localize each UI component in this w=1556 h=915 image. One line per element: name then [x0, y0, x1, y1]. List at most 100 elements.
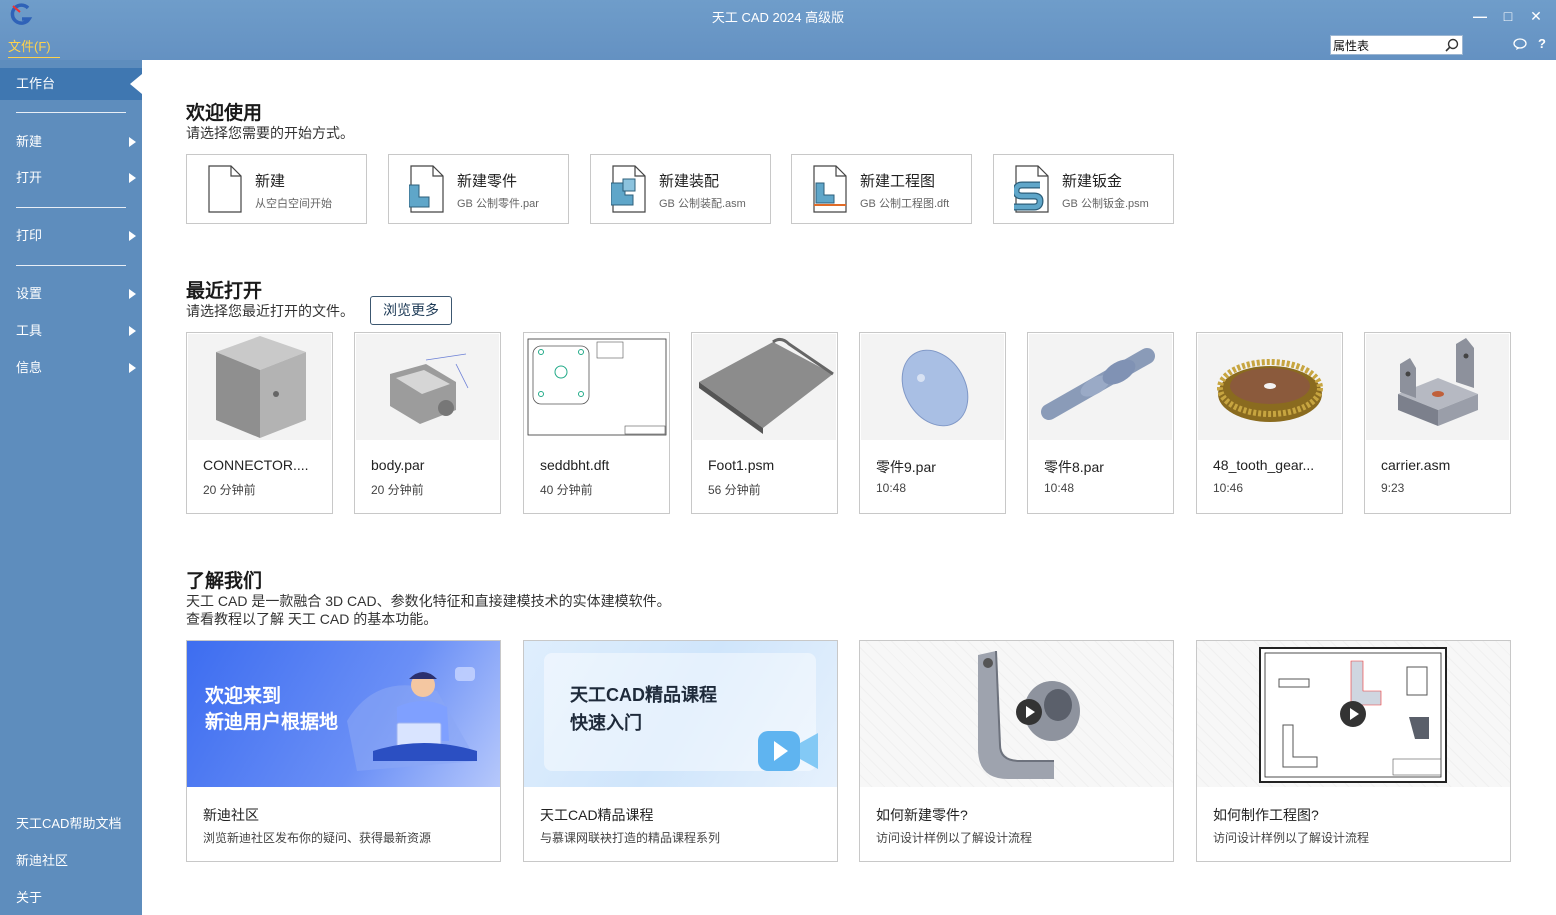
- new-part-card[interactable]: 新建零件 GB 公制零件.par: [388, 154, 569, 224]
- play-icon[interactable]: [1340, 701, 1366, 727]
- card-subtitle: 与慕课网联袂打造的精品课程系列: [540, 831, 721, 845]
- recent-file-card[interactable]: 零件9.par 10:48: [859, 332, 1006, 514]
- maximize-button[interactable]: □: [1498, 6, 1518, 26]
- sidebar-item-tools[interactable]: 工具: [0, 316, 142, 346]
- chevron-right-icon: [129, 137, 136, 147]
- gear-thumbnail: [1198, 334, 1341, 440]
- assembly-doc-icon: [611, 165, 646, 213]
- drawing-tutorial-card[interactable]: 如何制作工程图? 访问设计样例以了解设计流程: [1196, 640, 1511, 862]
- card-title: 如何制作工程图?: [1213, 807, 1319, 823]
- play-icon[interactable]: [1016, 699, 1042, 725]
- sidebar-divider: [16, 207, 126, 208]
- sidebar-item-label: 打开: [16, 170, 43, 185]
- community-illustration: [347, 667, 477, 771]
- sidebar-item-workbench[interactable]: 工作台: [0, 68, 142, 100]
- new-assembly-card[interactable]: 新建装配 GB 公制装配.asm: [590, 154, 771, 224]
- new-drawing-card[interactable]: 新建工程图 GB 公制工程图.dft: [791, 154, 972, 224]
- new-sheetmetal-card[interactable]: 新建钣金 GB 公制钣金.psm: [993, 154, 1174, 224]
- card-subtitle: GB 公制零件.par: [457, 198, 539, 210]
- video-camera-icon: [758, 731, 818, 771]
- title-bar: 天工 CAD 2024 高级版 — □ ✕ 文件(F) ?: [0, 0, 1556, 60]
- file-time: 20 分钟前: [371, 483, 424, 497]
- recent-file-card[interactable]: Foot1.psm 56 分钟前: [691, 332, 838, 514]
- browse-more-button[interactable]: 浏览更多: [370, 296, 452, 325]
- file-time: 10:48: [876, 481, 907, 495]
- about-line-2: 查看教程以了解 天工 CAD 的基本功能。: [186, 611, 438, 627]
- sidebar-item-open[interactable]: 打开: [0, 163, 142, 193]
- chevron-right-icon: [129, 363, 136, 373]
- card-subtitle: GB 公制工程图.dft: [860, 198, 950, 210]
- part9-thumbnail: [861, 334, 1004, 440]
- banner-line-2: 新迪用户根据地: [205, 712, 339, 733]
- sidebar-item-new[interactable]: 新建: [0, 127, 142, 157]
- recent-file-card[interactable]: seddbht.dft 40 分钟前: [523, 332, 670, 514]
- course-banner: 天工CAD精品课程 快速入门: [524, 641, 837, 787]
- feedback-icon[interactable]: [1513, 38, 1527, 50]
- active-indicator-icon: [130, 74, 142, 94]
- window-title: 天工 CAD 2024 高级版: [711, 10, 845, 25]
- about-title: 了解我们: [186, 571, 263, 592]
- sidebar-item-label: 工具: [16, 323, 43, 338]
- foot-thumbnail: [693, 334, 836, 440]
- command-search-box[interactable]: [1330, 35, 1463, 55]
- carrier-thumbnail: [1366, 334, 1509, 440]
- about-link[interactable]: 关于: [16, 887, 42, 906]
- card-subtitle: 访问设计样例以了解设计流程: [876, 831, 1033, 845]
- file-time: 20 分钟前: [203, 483, 256, 497]
- close-button[interactable]: ✕: [1526, 6, 1546, 26]
- file-name: 48_tooth_gear...: [1213, 457, 1315, 473]
- minimize-button[interactable]: —: [1470, 6, 1490, 26]
- file-time: 10:46: [1213, 481, 1244, 495]
- banner-line-2: 快速入门: [570, 713, 642, 733]
- about-line-1: 天工 CAD 是一款融合 3D CAD、参数化特征和直接建模技术的实体建模软件。: [186, 593, 671, 609]
- workbench-main: 欢迎使用 请选择您需要的开始方式。 新建 从空白空间开始 新建零件 GB 公制零…: [142, 60, 1556, 915]
- new-blank-card[interactable]: 新建 从空白空间开始: [186, 154, 367, 224]
- recent-subtitle: 请选择您最近打开的文件。: [186, 303, 354, 319]
- sidebar-item-settings[interactable]: 设置: [0, 279, 142, 309]
- course-card[interactable]: 天工CAD精品课程 快速入门 天工CAD精品课程 与慕课网联袂打造的精品课程系列: [523, 640, 838, 862]
- community-link[interactable]: 新迪社区: [16, 850, 68, 869]
- card-title: 新迪社区: [203, 807, 259, 823]
- help-icon[interactable]: ?: [1538, 36, 1546, 51]
- search-icon[interactable]: [1445, 38, 1459, 52]
- community-banner: 欢迎来到 新迪用户根据地: [187, 641, 500, 787]
- file-name: 零件9.par: [876, 459, 936, 475]
- file-time: 56 分钟前: [708, 483, 761, 497]
- card-subtitle: 访问设计样例以了解设计流程: [1213, 831, 1370, 845]
- command-search-input[interactable]: [1333, 37, 1443, 54]
- new-part-tutorial-card[interactable]: 如何新建零件? 访问设计样例以了解设计流程: [859, 640, 1174, 862]
- card-title: 新建零件: [457, 173, 518, 190]
- welcome-title: 欢迎使用: [186, 103, 263, 124]
- chevron-right-icon: [129, 231, 136, 241]
- recent-title: 最近打开: [186, 281, 263, 302]
- chevron-right-icon: [129, 326, 136, 336]
- card-title: 新建装配: [659, 173, 720, 190]
- drawing-tutorial-banner: [1197, 641, 1510, 787]
- community-card[interactable]: 欢迎来到 新迪用户根据地 新迪社区 浏览新迪社区发布你的疑问、获得最新资源: [186, 640, 501, 862]
- sidebar-item-print[interactable]: 打印: [0, 221, 142, 251]
- backstage-sidebar: 工作台 新建 打开 打印 设置 工具 信息 天工CAD帮助文档 新迪社区 关于: [0, 60, 142, 915]
- file-name: carrier.asm: [1381, 457, 1451, 473]
- recent-file-card[interactable]: carrier.asm 9:23: [1364, 332, 1511, 514]
- connector-thumbnail: [188, 334, 331, 440]
- recent-file-card[interactable]: 零件8.par 10:48: [1027, 332, 1174, 514]
- drawing-thumbnail: [525, 334, 668, 440]
- blank-doc-icon: [208, 165, 242, 213]
- sidebar-item-info[interactable]: 信息: [0, 353, 142, 383]
- part-tutorial-banner: [860, 641, 1173, 787]
- card-subtitle: 浏览新迪社区发布你的疑问、获得最新资源: [203, 831, 432, 845]
- card-subtitle: GB 公制装配.asm: [659, 198, 746, 210]
- sidebar-divider: [16, 265, 126, 266]
- file-time: 9:23: [1381, 481, 1405, 495]
- card-title: 新建钣金: [1062, 173, 1123, 190]
- sheetmetal-doc-icon: [1014, 165, 1049, 213]
- card-title: 天工CAD精品课程: [540, 807, 654, 823]
- file-name: seddbht.dft: [540, 457, 610, 473]
- card-subtitle: 从空白空间开始: [255, 198, 332, 210]
- file-menu[interactable]: 文件(F): [8, 36, 60, 58]
- recent-file-card[interactable]: body.par 20 分钟前: [354, 332, 501, 514]
- file-name: 零件8.par: [1044, 459, 1104, 475]
- recent-file-card[interactable]: CONNECTOR.... 20 分钟前: [186, 332, 333, 514]
- recent-file-card[interactable]: 48_tooth_gear... 10:46: [1196, 332, 1343, 514]
- help-docs-link[interactable]: 天工CAD帮助文档: [16, 813, 121, 832]
